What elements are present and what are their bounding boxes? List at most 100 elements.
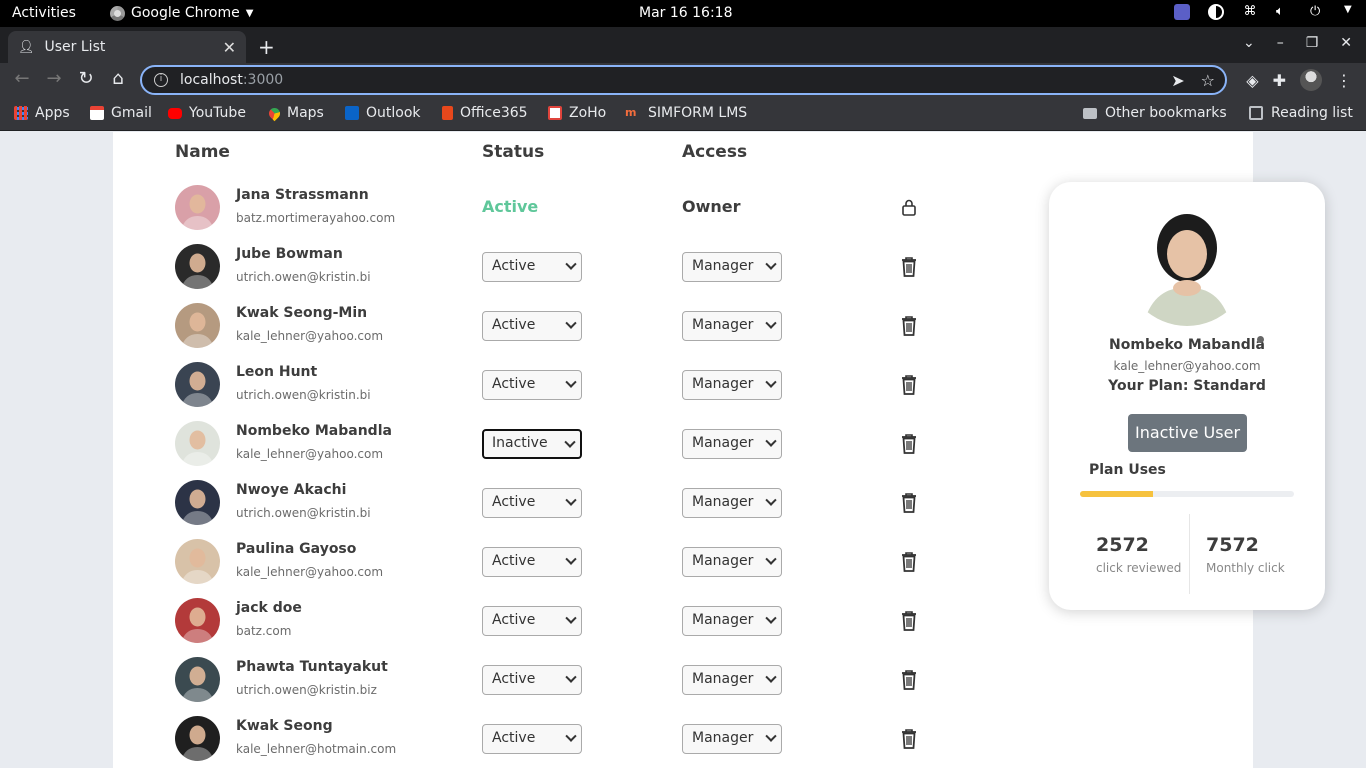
bookmark-maps[interactable]: Maps xyxy=(266,105,324,121)
other-bookmarks[interactable]: Other bookmarks xyxy=(1083,105,1227,121)
bookmarks-bar: Apps Gmail YouTube Maps Outlook Office36… xyxy=(0,97,1366,131)
reading-list-label: Reading list xyxy=(1271,105,1353,121)
maps-pin-icon xyxy=(266,105,283,121)
access-select[interactable]: Manager xyxy=(682,252,782,282)
status-select[interactable]: Active xyxy=(482,724,582,754)
access-select[interactable]: Manager xyxy=(682,370,782,400)
home-button[interactable]: ⌂ xyxy=(106,68,130,89)
status-select[interactable]: Active xyxy=(482,547,582,577)
extension-diamond-icon[interactable]: ◈ xyxy=(1246,71,1258,90)
status-select-value: Active xyxy=(492,317,536,333)
stat-monthly-click-value: 7572 xyxy=(1206,534,1259,556)
office-icon xyxy=(442,106,453,120)
access-select[interactable]: Manager xyxy=(682,665,782,695)
access-select[interactable]: Manager xyxy=(682,724,782,754)
status-select[interactable]: Active xyxy=(482,488,582,518)
user-icon: 👤︎ xyxy=(18,39,35,55)
status-select[interactable]: Active xyxy=(482,311,582,341)
tab-user-list[interactable]: 👤︎ User List ✕ xyxy=(8,31,246,63)
clock[interactable]: Mar 16 16:18 xyxy=(639,5,732,21)
bookmark-outlook[interactable]: Outlook xyxy=(345,105,421,121)
avatar xyxy=(175,421,220,466)
plan-uses-progress xyxy=(1080,491,1294,497)
forward-button[interactable]: → xyxy=(42,68,66,89)
new-tab-button[interactable]: + xyxy=(258,35,275,59)
send-icon[interactable]: ➤ xyxy=(1171,71,1184,90)
bookmark-gmail[interactable]: Gmail xyxy=(90,105,152,121)
star-icon[interactable]: ☆ xyxy=(1201,71,1215,90)
profile-name: Nombeko Mabandla xyxy=(1109,337,1265,353)
user-name: Jube Bowman xyxy=(236,246,343,262)
power-icon[interactable]: ⏻ xyxy=(1310,4,1326,20)
network-icon[interactable]: ⌘ xyxy=(1242,4,1258,20)
bookmark-label: Apps xyxy=(35,105,70,121)
chevron-down-icon xyxy=(765,730,777,742)
trash-icon[interactable] xyxy=(900,256,918,278)
puzzle-icon[interactable]: ✚ xyxy=(1273,71,1286,90)
address-bar[interactable]: i localhost:3000 ➤ ☆ xyxy=(140,65,1227,95)
avatar xyxy=(175,244,220,289)
status-select[interactable]: Inactive xyxy=(482,429,582,459)
close-icon[interactable]: ✕ xyxy=(223,38,236,57)
trash-icon[interactable] xyxy=(900,551,918,573)
trash-icon[interactable] xyxy=(900,374,918,396)
user-email: kale_lehner@yahoo.com xyxy=(236,447,384,461)
tab-search-icon[interactable]: ⌄ xyxy=(1243,35,1255,51)
inactive-user-button[interactable]: Inactive User xyxy=(1128,414,1247,452)
bookmark-youtube[interactable]: YouTube xyxy=(168,105,246,121)
back-button[interactable]: ← xyxy=(10,68,34,89)
access-select[interactable]: Manager xyxy=(682,547,782,577)
volume-icon[interactable]: 🔈︎ xyxy=(1276,4,1292,20)
bookmark-zoho[interactable]: ZoHo xyxy=(548,105,606,121)
trash-icon[interactable] xyxy=(900,433,918,455)
teams-icon[interactable] xyxy=(1174,4,1190,20)
bookmark-label: Maps xyxy=(287,105,324,121)
reading-list[interactable]: Reading list xyxy=(1249,105,1353,121)
column-header-access: Access xyxy=(682,142,748,162)
app-menu[interactable]: Google Chrome ▼ xyxy=(110,5,253,21)
system-tray[interactable]: ⌘ 🔈︎ ⏻ ▼ xyxy=(1174,4,1354,20)
user-name: jack doe xyxy=(236,600,302,616)
more-menu-icon[interactable]: ⋮ xyxy=(1336,71,1352,90)
bookmark-simform[interactable]: m SIMFORM LMS xyxy=(625,105,747,121)
access-select[interactable]: Manager xyxy=(682,429,782,459)
status-select[interactable]: Active xyxy=(482,665,582,695)
access-select-value: Manager xyxy=(692,671,754,687)
access-select[interactable]: Manager xyxy=(682,488,782,518)
trash-icon[interactable] xyxy=(900,728,918,750)
chevron-down-icon xyxy=(565,317,577,329)
profile-photo xyxy=(1123,196,1251,326)
bookmark-label: Outlook xyxy=(366,105,421,121)
trash-icon[interactable] xyxy=(900,610,918,632)
night-light-icon[interactable] xyxy=(1208,4,1224,20)
stat-clicks-reviewed-value: 2572 xyxy=(1096,534,1149,556)
info-icon[interactable]: i xyxy=(154,73,168,87)
close-window-button[interactable]: ✕ xyxy=(1340,35,1352,51)
activities-button[interactable]: Activities xyxy=(12,5,76,21)
trash-icon[interactable] xyxy=(900,669,918,691)
minimize-button[interactable]: – xyxy=(1277,35,1284,51)
access-select[interactable]: Manager xyxy=(682,606,782,636)
trash-icon[interactable] xyxy=(900,492,918,514)
chevron-down-icon[interactable]: ▼ xyxy=(1344,4,1354,20)
bookmark-apps[interactable]: Apps xyxy=(14,105,70,121)
avatar xyxy=(175,303,220,348)
user-name: Kwak Seong xyxy=(236,718,333,734)
status-select-value: Active xyxy=(492,553,536,569)
maximize-button[interactable]: ❐ xyxy=(1306,35,1319,51)
access-select-value: Manager xyxy=(692,494,754,510)
status-select[interactable]: Active xyxy=(482,370,582,400)
reload-button[interactable]: ↻ xyxy=(74,68,98,89)
status-select[interactable]: Active xyxy=(482,252,582,282)
user-email: utrich.owen@kristin.bi xyxy=(236,388,371,402)
url-port: :3000 xyxy=(242,72,284,88)
bookmark-label: SIMFORM LMS xyxy=(648,105,748,121)
bookmark-office365[interactable]: Office365 xyxy=(442,105,528,121)
profile-plan: Your Plan: Standard xyxy=(1108,378,1266,394)
status-select[interactable]: Active xyxy=(482,606,582,636)
browser-toolbar: ← → ↻ ⌂ i localhost:3000 ➤ ☆ ◈ ✚ ⋮ xyxy=(0,63,1366,97)
profile-avatar[interactable] xyxy=(1300,69,1322,91)
trash-icon[interactable] xyxy=(900,315,918,337)
access-select[interactable]: Manager xyxy=(682,311,782,341)
chevron-down-icon xyxy=(765,553,777,565)
